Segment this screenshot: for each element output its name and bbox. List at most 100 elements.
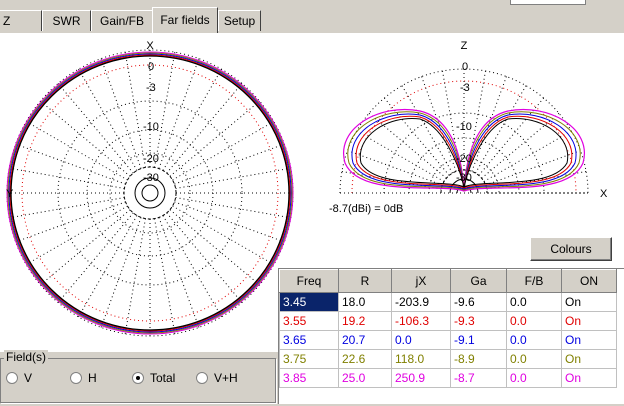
table-cell[interactable]: 0.0 bbox=[506, 368, 562, 388]
grid-spoke bbox=[154, 218, 176, 334]
gain-reference-note: -8.7(dBi) = 0dB bbox=[329, 203, 404, 215]
elevation-plot: Z X 0 -3 -10 -20 -30 bbox=[339, 40, 608, 200]
table-cell[interactable]: -9.3 bbox=[450, 311, 507, 331]
table-cell[interactable]: 0.0 bbox=[506, 311, 562, 331]
grid-spoke bbox=[483, 130, 572, 182]
field-option-total-label: Total bbox=[150, 371, 176, 385]
table-cell[interactable]: 0.0 bbox=[506, 349, 562, 369]
grid-spoke bbox=[158, 217, 200, 328]
table-row[interactable]: 3.55 19.2 -106.3 -9.3 0.0 On bbox=[279, 311, 617, 331]
field-option-total[interactable]: Total bbox=[132, 371, 175, 385]
left-ring-label-30: -30 bbox=[143, 172, 159, 184]
grid-spoke bbox=[40, 209, 131, 286]
grid-spoke bbox=[174, 143, 285, 185]
table-row[interactable]: 3.85 25.0 250.9 -8.7 0.0 On bbox=[279, 368, 617, 388]
grid-spoke bbox=[57, 212, 134, 303]
header-fb[interactable]: F/B bbox=[506, 269, 562, 293]
table-cell[interactable]: -8.7 bbox=[450, 368, 507, 388]
left-plot-top-axis: X bbox=[146, 40, 154, 52]
grid-spoke bbox=[475, 85, 527, 174]
grid-spoke bbox=[166, 212, 243, 303]
header-jx[interactable]: jX bbox=[391, 269, 451, 293]
header-r[interactable]: R bbox=[338, 269, 392, 293]
grid-spoke bbox=[124, 52, 146, 168]
right-plot-top-axis: Z bbox=[461, 40, 468, 52]
table-cell[interactable]: 3.45 bbox=[279, 292, 339, 312]
table-cell[interactable]: On bbox=[561, 330, 617, 350]
grid-spoke bbox=[162, 68, 222, 171]
table-cell[interactable]: 118.0 bbox=[391, 349, 451, 369]
colours-button[interactable]: Colours bbox=[530, 237, 612, 261]
field-option-v[interactable]: V bbox=[6, 371, 32, 385]
grid-spoke bbox=[169, 209, 260, 286]
tab-gain-fb[interactable]: Gain/FB bbox=[91, 10, 153, 31]
table-row[interactable]: 3.65 20.7 0.0 -9.1 0.0 On bbox=[279, 330, 617, 350]
table-header-row: Freq R jX Ga F/B ON bbox=[279, 269, 617, 293]
grid-spoke bbox=[124, 218, 146, 334]
table-cell[interactable]: -203.9 bbox=[391, 292, 451, 312]
grid-spoke bbox=[356, 130, 445, 182]
tab-far-fields[interactable]: Far fields bbox=[152, 7, 218, 33]
tab-swr[interactable]: SWR bbox=[42, 10, 91, 31]
grid-spoke bbox=[15, 201, 126, 243]
field-option-vh-label: V+H bbox=[214, 371, 238, 385]
grid-spoke bbox=[78, 68, 138, 171]
table-cell[interactable]: 22.6 bbox=[338, 349, 392, 369]
right-ring-label-10: -10 bbox=[456, 121, 472, 133]
grid-spoke bbox=[401, 85, 453, 174]
table-cell[interactable]: 3.65 bbox=[279, 330, 339, 350]
table-cell[interactable]: -9.6 bbox=[450, 292, 507, 312]
table-row[interactable]: 3.45 18.0 -203.9 -9.6 0.0 On bbox=[279, 292, 617, 312]
table-cell[interactable]: On bbox=[561, 292, 617, 312]
table-cell[interactable]: 25.0 bbox=[338, 368, 392, 388]
grid-spoke bbox=[9, 197, 125, 219]
radio-icon bbox=[70, 372, 82, 384]
grid-spoke bbox=[100, 217, 142, 328]
results-table: Freq R jX Ga F/B ON 3.45 18.0 -203.9 -9.6 0.… bbox=[278, 268, 624, 404]
table-cell[interactable]: 18.0 bbox=[338, 292, 392, 312]
table-cell[interactable]: 19.2 bbox=[338, 311, 392, 331]
right-ring-label-0: 0 bbox=[462, 61, 468, 73]
table-cell[interactable]: 3.55 bbox=[279, 311, 339, 331]
tab-setup[interactable]: Setup bbox=[218, 10, 261, 31]
header-ga[interactable]: Ga bbox=[450, 269, 507, 293]
header-freq[interactable]: Freq bbox=[279, 269, 339, 293]
right-ring-label-20: -20 bbox=[456, 153, 472, 165]
grid-spoke bbox=[100, 58, 142, 169]
right-ring-label-30: -30 bbox=[456, 172, 472, 184]
header-on[interactable]: ON bbox=[561, 269, 617, 293]
fields-group-label: Field(s) bbox=[4, 350, 49, 364]
grid-spoke bbox=[78, 215, 138, 318]
field-option-vh[interactable]: V+H bbox=[196, 371, 238, 385]
tab-z[interactable]: Z bbox=[0, 10, 42, 31]
grid-spoke bbox=[169, 100, 260, 177]
left-ring-label-3: -3 bbox=[146, 82, 156, 94]
grid-spoke bbox=[175, 167, 291, 189]
table-cell[interactable]: 3.75 bbox=[279, 349, 339, 369]
table-cell[interactable]: 3.85 bbox=[279, 368, 339, 388]
grid-spoke bbox=[40, 100, 131, 177]
fields-group: Field(s) V H Total V+H bbox=[0, 350, 278, 403]
table-cell[interactable]: 20.7 bbox=[338, 330, 392, 350]
field-option-v-label: V bbox=[24, 371, 33, 385]
table-cell[interactable]: 0.0 bbox=[506, 292, 562, 312]
table-cell[interactable]: 250.9 bbox=[391, 368, 451, 388]
table-row[interactable]: 3.75 22.6 118.0 -8.9 0.0 On bbox=[279, 349, 617, 369]
table-cell[interactable]: -8.9 bbox=[450, 349, 507, 369]
table-cell[interactable]: -106.3 bbox=[391, 311, 451, 331]
right-ring-label-3: -3 bbox=[460, 82, 470, 94]
grid-spoke bbox=[172, 205, 275, 265]
field-option-h-label: H bbox=[88, 371, 97, 385]
radio-selected-icon bbox=[132, 372, 144, 384]
table-cell[interactable]: On bbox=[561, 368, 617, 388]
azimuth-plot: X Y 0 -3 -10 -20 -30 bbox=[6, 40, 294, 337]
field-option-h[interactable]: H bbox=[70, 371, 97, 385]
table-cell[interactable]: On bbox=[561, 349, 617, 369]
radio-icon bbox=[6, 372, 18, 384]
grid-spoke bbox=[154, 52, 176, 168]
grid-spoke bbox=[158, 58, 200, 169]
table-cell[interactable]: On bbox=[561, 311, 617, 331]
table-cell[interactable]: -9.1 bbox=[450, 330, 507, 350]
table-cell[interactable]: 0.0 bbox=[391, 330, 451, 350]
table-cell[interactable]: 0.0 bbox=[506, 330, 562, 350]
